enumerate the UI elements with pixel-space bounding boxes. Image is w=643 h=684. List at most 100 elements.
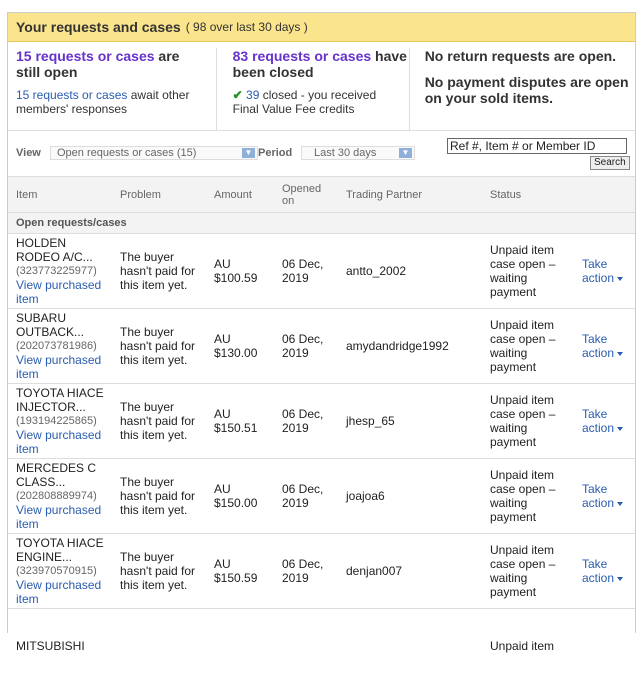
take-action-cell: Take action [574,383,635,459]
col-partner: Trading Partner [338,176,482,213]
opened-cell [274,608,338,684]
amount-cell: AU $100.59 [206,233,274,309]
take-action-cell: Take action [574,308,635,384]
search-input[interactable]: Ref #, Item # or Member ID [447,138,627,154]
table-row: MERCEDES C CLASS... (202808889974) View pur… [8,458,635,534]
take-action-button[interactable]: Take action [582,332,635,360]
partner-cell: amydandridge1992 [338,308,482,384]
view-purchased-link[interactable]: View purchased item [16,278,112,306]
return-message: No return requests are open. [424,48,617,64]
amount-cell: AU $150.00 [206,458,274,534]
panel-subtitle: ( 98 over last 30 days ) [185,20,308,34]
view-label: View [16,147,41,159]
item-number: (193194225865) [16,415,97,427]
item-name[interactable]: TOYOTA HIACE ENGINE... [16,536,112,564]
view-purchased-link[interactable]: View purchased item [16,428,112,456]
await-link[interactable]: 15 requests or cases [16,88,127,102]
item-cell: MITSUBISHI [8,608,112,684]
item-name[interactable]: MITSUBISHI [16,639,112,653]
open-suffix: are [158,48,180,64]
view-purchased-link[interactable]: View purchased item [16,353,112,381]
opened-cell: 06 Dec, 2019 [274,533,338,609]
take-action-button[interactable]: Take action [582,407,635,435]
period-select[interactable]: Last 30 days ▼ [301,146,415,160]
table-row: TOYOTA HIACE ENGINE... (323970570915) View … [8,533,635,609]
table-header: Item Problem Amount Opened on Trading Pa… [8,176,635,213]
take-action-button[interactable]: Take action [582,257,635,285]
caret-down-icon [617,351,624,356]
closed-text2: Final Value Fee credits [232,102,355,116]
partner-cell: denjan007 [338,533,482,609]
view-select[interactable]: Open requests or cases (15) ▼ [50,146,258,160]
closed-suffix: have [375,48,407,64]
panel-header: Your requests and cases ( 98 over last 3… [8,13,635,42]
other-summary: No return requests are open. No payment … [410,48,635,130]
status-cell: Unpaid item case open – waiting payment [482,233,574,309]
problem-cell [112,608,206,684]
filter-bar: View Open requests or cases (15) ▼ Perio… [8,130,635,176]
status-cell: Unpaid item case open – waiting payment [482,533,574,609]
chevron-down-icon: ▼ [399,148,412,158]
problem-cell: The buyer hasn't paid for this item yet. [112,308,206,384]
summary-section: 15 requests or cases are still open 15 r… [8,42,635,130]
caret-down-icon [617,276,624,281]
search-input-text: Ref #, Item # or Member ID [450,139,596,153]
item-number: (202808889974) [16,490,97,502]
opened-cell: 06 Dec, 2019 [274,233,338,309]
problem-cell: The buyer hasn't paid for this item yet. [112,233,206,309]
open-count-link[interactable]: 15 requests or cases [16,48,155,64]
col-opened: Opened on [274,176,338,213]
caret-down-icon [617,501,624,506]
panel-title: Your requests and cases [16,19,181,35]
caret-down-icon [617,576,624,581]
status-cell: Unpaid item [482,608,574,684]
item-number: (323773225977) [16,265,97,277]
chevron-down-icon: ▼ [242,148,255,158]
search-button[interactable]: Search [590,156,630,170]
take-action-button[interactable]: Take action [582,557,635,585]
item-cell: SUBARU OUTBACK... (202073781986) View purch… [8,308,112,384]
closed-text: closed - you received [262,88,377,102]
check-icon: ✔ [232,88,243,102]
group-header: Open requests/cases [8,212,635,234]
col-status: Status [482,176,574,213]
amount-cell: AU $130.00 [206,308,274,384]
status-cell: Unpaid item case open – waiting payment [482,383,574,459]
open-summary: 15 requests or cases are still open 15 r… [8,48,217,130]
status-cell: Unpaid item case open – waiting payment [482,308,574,384]
item-number: (323970570915) [16,565,97,577]
closed-count-link[interactable]: 83 requests or cases [233,48,372,64]
opened-cell: 06 Dec, 2019 [274,308,338,384]
take-action-cell [574,608,635,684]
closed-num-link[interactable]: 39 [246,88,259,102]
table-row: SUBARU OUTBACK... (202073781986) View purch… [8,308,635,384]
closed-summary: 83 requests or cases have been closed ✔ … [217,48,410,130]
item-cell: TOYOTA HIACE ENGINE... (323970570915) View … [8,533,112,609]
problem-cell: The buyer hasn't paid for this item yet. [112,458,206,534]
cases-table: Item Problem Amount Opened on Trading Pa… [8,176,635,684]
problem-cell: The buyer hasn't paid for this item yet. [112,383,206,459]
problem-cell: The buyer hasn't paid for this item yet. [112,533,206,609]
item-name[interactable]: MERCEDES C CLASS... [16,461,112,489]
item-cell: MERCEDES C CLASS... (202808889974) View pur… [8,458,112,534]
take-action-cell: Take action [574,233,635,309]
item-number: (202073781986) [16,340,97,352]
take-action-button[interactable]: Take action [582,482,635,510]
partner-cell: jhesp_65 [338,383,482,459]
partner-cell: joajoa6 [338,458,482,534]
view-purchased-link[interactable]: View purchased item [16,503,112,531]
view-select-value: Open requests or cases (15) [57,147,197,159]
open-line2: still open [16,64,78,80]
item-cell: TOYOTA HIACE INJECTOR... (193194225865) Vie… [8,383,112,459]
amount-cell: AU $150.51 [206,383,274,459]
table-row: MITSUBISHI Unpaid item [8,608,635,684]
item-name[interactable]: TOYOTA HIACE INJECTOR... [16,386,112,414]
item-name[interactable]: SUBARU OUTBACK... [16,311,112,339]
opened-cell: 06 Dec, 2019 [274,383,338,459]
item-name[interactable]: HOLDEN RODEO A/C... [16,236,112,264]
col-amount: Amount [206,176,274,213]
dispute-message: No payment disputes are open on your sol… [424,74,629,106]
item-cell: HOLDEN RODEO A/C... (323773225977) View pur… [8,233,112,309]
view-purchased-link[interactable]: View purchased item [16,578,112,606]
col-problem: Problem [112,176,206,213]
